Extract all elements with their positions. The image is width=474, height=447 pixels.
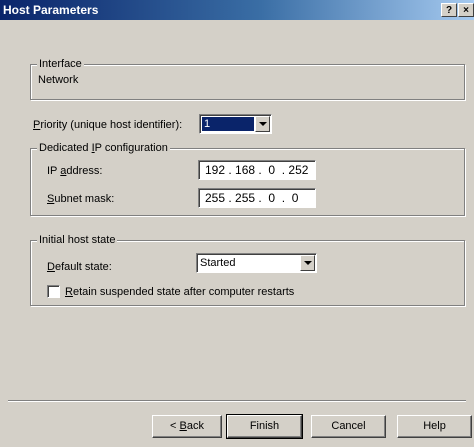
window-title: Host Parameters <box>3 3 99 17</box>
dedicated-ip-group-title: Dedicated IP configuration <box>37 141 170 155</box>
chevron-down-icon[interactable] <box>255 116 270 132</box>
retain-state-checkbox[interactable] <box>47 285 60 298</box>
priority-combo[interactable]: 1 <box>199 114 272 134</box>
separator <box>8 400 466 402</box>
subnet-mask-label: Subnet mask: <box>47 193 115 205</box>
host-state-group-title: Initial host state <box>37 233 118 247</box>
cancel-button[interactable]: Cancel <box>311 415 386 438</box>
default-state-value: Started <box>200 257 236 269</box>
default-state-combo[interactable]: Started <box>196 253 317 273</box>
ip-address-label: IP address: <box>47 165 103 177</box>
priority-value: 1 <box>202 117 254 131</box>
retain-state-label[interactable]: Retain suspended state after computer re… <box>65 285 294 299</box>
title-bar: Host Parameters <box>0 0 474 20</box>
default-state-label: Default state: <box>47 261 112 273</box>
help-title-button[interactable]: ? <box>441 3 457 17</box>
help-button[interactable]: Help <box>397 415 472 438</box>
subnet-mask-field[interactable]: 255 . 255 . 0 . 0 <box>198 188 316 208</box>
close-title-button[interactable]: × <box>458 3 474 17</box>
back-button[interactable]: < Back <box>152 415 222 438</box>
priority-label: Priority (unique host identifier): <box>33 119 183 131</box>
interface-group-title: Interface <box>37 57 84 71</box>
chevron-down-icon[interactable] <box>300 255 315 271</box>
interface-group: Interface <box>30 57 465 100</box>
ip-address-field[interactable]: 192 . 168 . 0 . 252 <box>198 160 316 180</box>
finish-button[interactable]: Finish <box>226 414 303 439</box>
interface-value: Network <box>38 74 79 86</box>
